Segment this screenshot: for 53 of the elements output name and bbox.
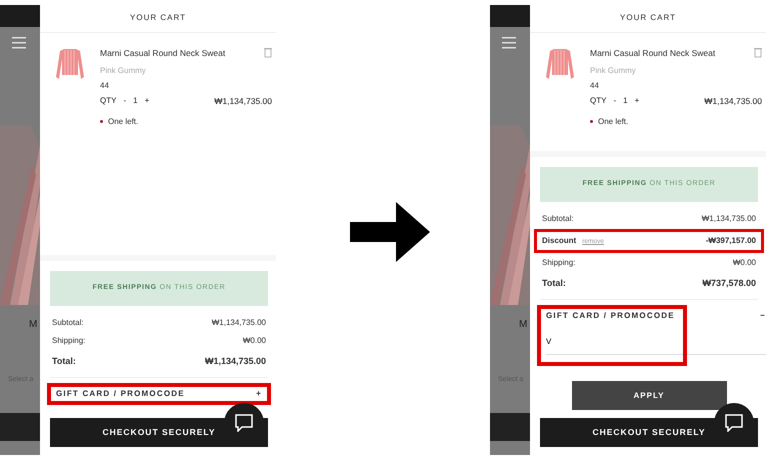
summary-label: Subtotal: <box>542 212 574 224</box>
chat-icon <box>235 414 253 432</box>
product-price: ₩1,134,735.00 <box>214 94 272 108</box>
cart-title: YOUR CART <box>40 5 276 33</box>
stock-note: One left. <box>598 116 628 128</box>
summary-value: ₩1,134,735.00 <box>204 354 266 368</box>
increase-button[interactable]: + <box>634 95 640 108</box>
increase-button[interactable]: + <box>144 95 150 108</box>
product-price: ₩1,134,735.00 <box>704 94 762 108</box>
bullet-icon <box>100 120 103 123</box>
product-name: Marni Casual Round Neck Sweat <box>100 47 226 60</box>
background-text: M <box>519 318 528 332</box>
cart-title: YOUR CART <box>530 5 766 33</box>
product-variant: Pink Gummy <box>100 64 147 77</box>
summary-label: Shipping: <box>52 334 86 346</box>
promo-label: GIFT CARD / PROMOCODE <box>546 310 675 322</box>
qty-value: 1 <box>623 95 628 108</box>
trash-icon[interactable] <box>754 47 762 58</box>
summary-label: Total: <box>542 276 566 290</box>
summary-label: Shipping: <box>542 256 576 268</box>
summary-label: Discount <box>542 236 576 244</box>
product-size: 44 <box>590 80 600 92</box>
stock-note: One left. <box>108 116 138 128</box>
apply-button[interactable]: APPLY <box>572 381 726 410</box>
summary-value: -₩397,157.00 <box>706 234 756 246</box>
product-variant: Pink Gummy <box>590 64 637 77</box>
summary-label: Subtotal: <box>52 316 84 328</box>
qty-label: QTY <box>590 95 606 108</box>
summary-value: ₩1,134,735.00 <box>212 316 266 328</box>
qty-value: 1 <box>133 95 138 108</box>
promo-label: GIFT CARD / PROMOCODE <box>56 388 185 400</box>
summary-value: ₩0.00 <box>242 334 266 346</box>
trash-icon[interactable] <box>264 47 272 58</box>
summary-value: ₩0.00 <box>732 256 756 268</box>
decrease-button[interactable]: - <box>613 95 616 108</box>
summary-label: Total: <box>52 354 76 368</box>
top-bar <box>0 5 40 27</box>
chat-icon <box>725 414 743 432</box>
top-bar <box>490 5 530 27</box>
qty-label: QTY <box>100 95 116 108</box>
menu-icon[interactable] <box>502 37 516 49</box>
summary-value: ₩1,134,735.00 <box>702 212 756 224</box>
product-name: Marni Casual Round Neck Sweat <box>590 47 716 60</box>
bullet-icon <box>590 120 593 123</box>
decrease-button[interactable]: - <box>123 95 126 108</box>
arrow-icon <box>350 202 430 262</box>
background-text: M <box>29 318 38 332</box>
toggle-button[interactable]: + <box>256 388 262 400</box>
summary-value: ₩737,578.00 <box>702 276 756 290</box>
menu-icon[interactable] <box>12 37 26 49</box>
promo-input[interactable]: V <box>546 322 766 355</box>
product-size: 44 <box>100 80 110 92</box>
toggle-button[interactable]: − <box>760 310 766 322</box>
